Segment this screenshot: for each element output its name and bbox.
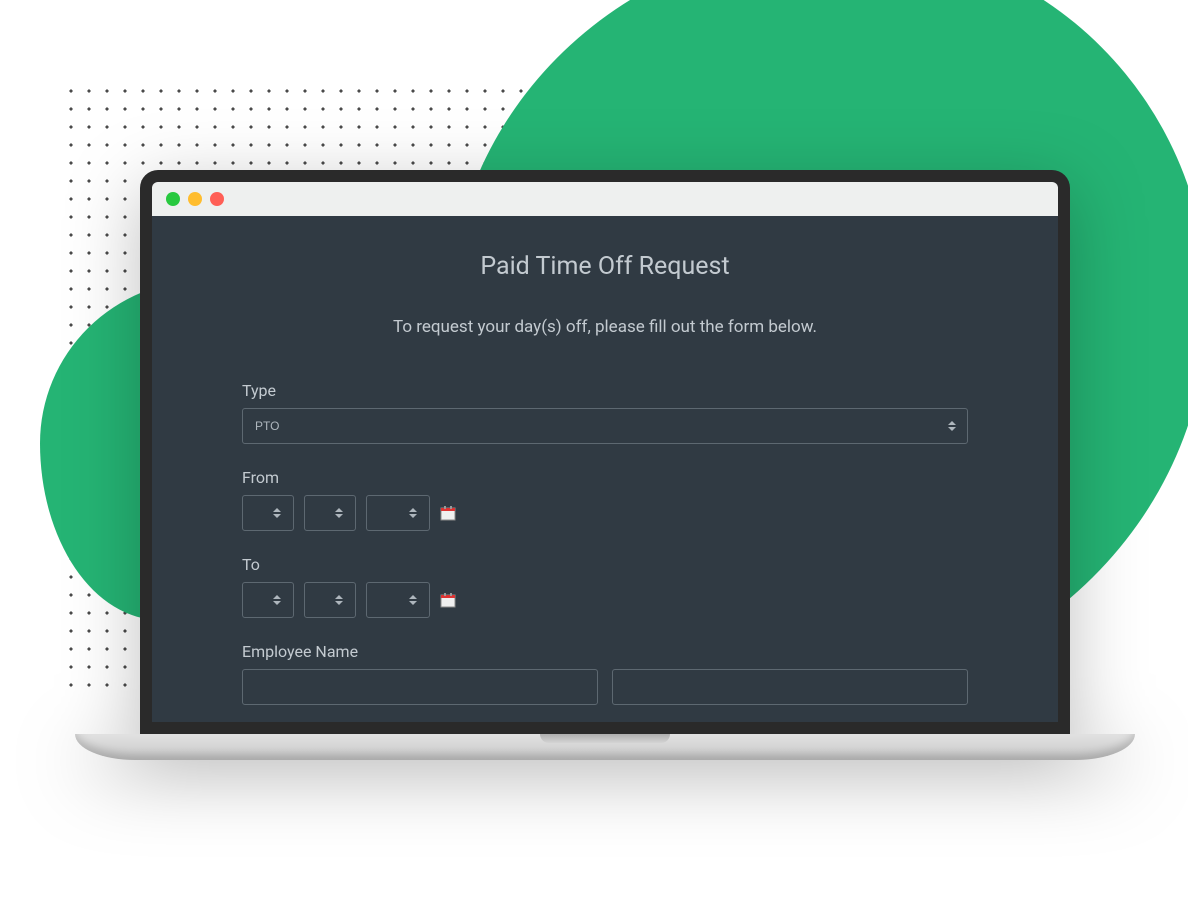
employee-name-row [242,669,968,705]
employee-name-label: Employee Name [242,642,968,661]
close-icon[interactable] [210,192,224,206]
laptop-notch [540,734,670,743]
laptop-frame: Paid Time Off Request To request your da… [140,170,1070,760]
type-group: Type PTO [242,381,968,444]
laptop-screen: Paid Time Off Request To request your da… [140,170,1070,734]
from-date-row [242,495,968,531]
page-subtitle: To request your day(s) off, please fill … [242,317,968,337]
window-titlebar [152,182,1058,216]
from-month-select[interactable] [242,495,294,531]
last-name-input[interactable] [612,669,968,705]
chevron-updown-icon [273,508,281,518]
to-label: To [242,555,968,574]
minimize-icon[interactable] [166,192,180,206]
from-label: From [242,468,968,487]
form-container: Paid Time Off Request To request your da… [152,216,1058,722]
page-title: Paid Time Off Request [242,252,968,281]
from-group: From [242,468,968,531]
chevron-updown-icon [335,595,343,605]
chevron-updown-icon [335,508,343,518]
type-select-wrap: PTO [242,408,968,444]
to-date-row [242,582,968,618]
to-year-select[interactable] [366,582,430,618]
from-year-select[interactable] [366,495,430,531]
type-label: Type [242,381,968,400]
first-name-input[interactable] [242,669,598,705]
chevron-updown-icon [409,508,417,518]
from-day-select[interactable] [304,495,356,531]
to-group: To [242,555,968,618]
to-day-select[interactable] [304,582,356,618]
to-month-select[interactable] [242,582,294,618]
chevron-updown-icon [409,595,417,605]
type-select[interactable]: PTO [242,408,968,444]
browser-window: Paid Time Off Request To request your da… [152,182,1058,722]
employee-name-group: Employee Name [242,642,968,705]
maximize-icon[interactable] [188,192,202,206]
chevron-updown-icon [273,595,281,605]
calendar-icon[interactable] [440,505,456,521]
calendar-icon[interactable] [440,592,456,608]
laptop-base [75,734,1135,760]
